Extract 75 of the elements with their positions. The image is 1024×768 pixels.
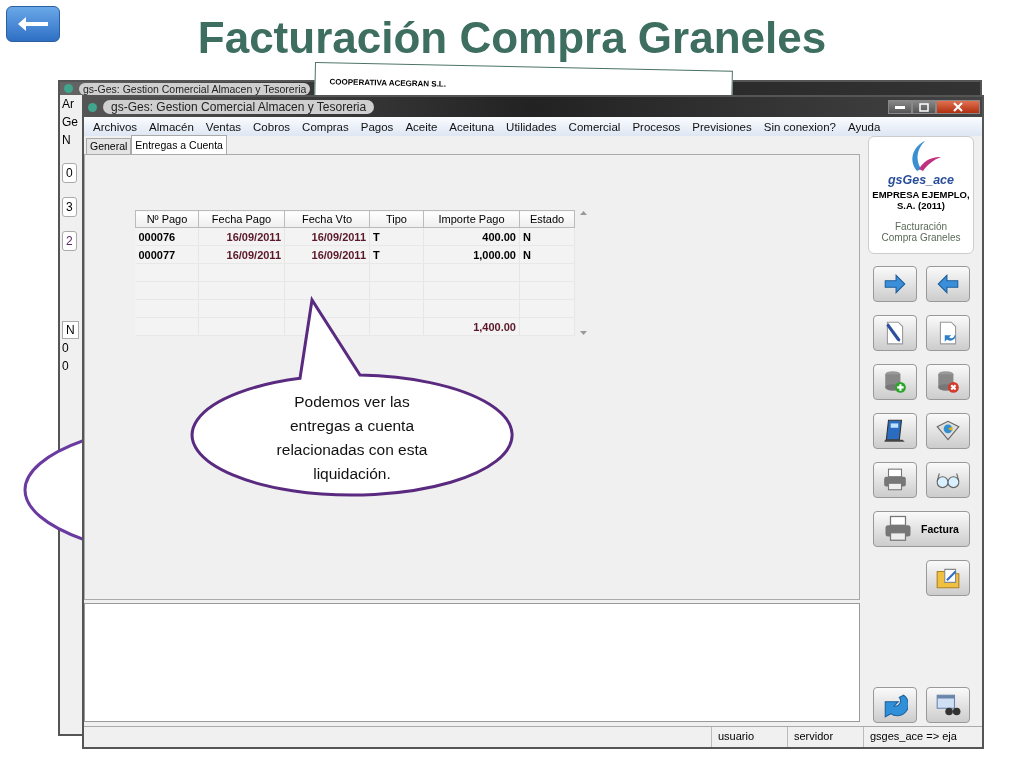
window-title: gs-Ges: Gestion Comercial Almacen y Tesoreria	[79, 82, 311, 95]
table-cell: N	[519, 227, 575, 246]
maximize-icon	[919, 102, 929, 112]
input-field[interactable]: 2	[62, 231, 77, 251]
menu-item[interactable]: Previsiones	[686, 120, 758, 133]
binoculars-icon	[934, 692, 961, 718]
column-header[interactable]: Tipo	[369, 210, 424, 228]
tab[interactable]: General	[86, 138, 132, 154]
close-icon	[953, 102, 963, 112]
table-cell: 000076	[135, 227, 199, 246]
toolbar-button[interactable]	[872, 315, 917, 351]
toolbar-button[interactable]	[925, 687, 970, 723]
invoice-button[interactable]: Factura	[872, 511, 970, 547]
menu-item[interactable]: Utilidades	[500, 120, 563, 133]
menu-item[interactable]: Aceite	[399, 120, 444, 133]
table-cell: 16/09/2011	[284, 227, 370, 246]
back-button[interactable]	[6, 6, 60, 42]
status-cell: gsges_ace => eja	[863, 727, 982, 747]
table-cell-text: 0	[62, 340, 69, 357]
status-cell: usuario	[711, 727, 787, 747]
menu-item[interactable]: Archivos	[87, 120, 144, 133]
tab[interactable]: Entregas a Cuenta	[131, 135, 227, 154]
window-title: gs-Ges: Gestion Comercial Almacen y Tesoreria	[103, 100, 375, 114]
app-icon	[64, 84, 73, 93]
menu-item[interactable]: Ayuda	[842, 120, 887, 133]
app-icon	[88, 102, 97, 112]
status-cell: servidor	[787, 727, 863, 747]
menu-item[interactable]: Almacén	[143, 120, 200, 133]
menu-item[interactable]: Ar	[62, 95, 74, 113]
column-header[interactable]: Fecha Pago	[198, 210, 285, 228]
table-cell: 16/09/2011	[284, 245, 370, 264]
menu-item[interactable]: Procesos	[626, 120, 687, 133]
toolbar-button[interactable]	[872, 413, 917, 449]
column-header[interactable]: Nº Pago	[135, 210, 199, 228]
scroll-down-icon[interactable]	[579, 331, 587, 336]
table-cell: 16/09/2011	[198, 245, 285, 264]
table-cell: 400.00	[423, 227, 520, 246]
column-header[interactable]: Importe Pago	[423, 210, 520, 228]
module-name: Facturación Compra Graneles	[880, 221, 962, 243]
close-button[interactable]	[936, 100, 980, 114]
table-cell: T	[369, 245, 424, 264]
toolbar-button[interactable]	[872, 687, 917, 723]
printer-icon	[881, 467, 908, 493]
callout-text: Podemos ver las entregas a cuenta relacionadas con esta liquidación.	[275, 392, 429, 484]
menu-item[interactable]: Cobros	[247, 120, 297, 133]
slide-title: Facturación Compra Graneles	[196, 12, 828, 64]
company-name: EMPRESA EJEMPLO, S.A. (2011)	[871, 189, 971, 211]
menu-item[interactable]: Compras	[296, 120, 355, 133]
document-header: COOPERATIVA ACEGRAN S.L.	[329, 77, 447, 89]
column-header[interactable]: Estado	[519, 210, 575, 228]
menu-item[interactable]: Pagos	[354, 120, 400, 133]
column-header[interactable]: Fecha Vto	[284, 210, 370, 228]
maximize-button[interactable]	[912, 100, 936, 114]
table-cell: N	[519, 245, 575, 264]
table-cell: T	[369, 227, 424, 246]
logo-text: gsGes_ace	[888, 173, 954, 187]
table-cell: 000077	[135, 245, 199, 264]
column-header: N	[62, 321, 79, 339]
table-cell: 16/09/2011	[198, 227, 285, 246]
table-cell-text: 0	[62, 358, 69, 375]
input-field[interactable]: 0	[62, 163, 77, 183]
table-cell: 1,000.00	[423, 245, 520, 264]
arrow-left-icon	[16, 16, 50, 32]
menu-item[interactable]: Sin conexion?	[757, 120, 842, 133]
minimize-icon	[895, 105, 905, 109]
total-cell: 1,400.00	[423, 317, 520, 336]
menu-item[interactable]: Aceituna	[443, 120, 501, 133]
printer-icon	[883, 514, 914, 544]
menu-item[interactable]: Comercial	[562, 120, 627, 133]
menu-item[interactable]: Ventas	[199, 120, 248, 133]
tab[interactable]: Ge	[62, 113, 78, 131]
scroll-up-icon[interactable]	[579, 210, 587, 215]
field-label: N	[62, 132, 71, 149]
input-field[interactable]: 3	[62, 197, 77, 217]
minimize-button[interactable]	[888, 100, 912, 114]
